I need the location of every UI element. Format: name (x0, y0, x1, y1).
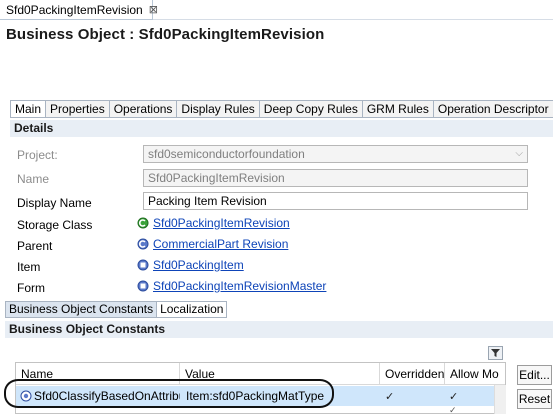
tab-localization[interactable]: Localization (157, 301, 228, 318)
parent-label: Parent (17, 239, 53, 253)
item-icon (137, 259, 149, 271)
constants-table: Name Value Overridden Allow Mo Sfd0Class… (15, 362, 506, 414)
close-icon[interactable]: ⊠ (149, 3, 158, 16)
storage-class-label: Storage Class (17, 218, 93, 232)
col-value[interactable]: Value (180, 363, 380, 385)
parent-link[interactable]: CommercialPart Revision (153, 237, 288, 251)
constants-header: Business Object Constants (5, 321, 553, 338)
check-icon[interactable]: ✓ (385, 387, 395, 406)
table-scrollbar[interactable] (494, 385, 506, 414)
project-select: sfd0semiconductorfoundation ⌵ (143, 145, 528, 163)
row-overridden: ✓ (385, 386, 445, 406)
col-allow-modify[interactable]: Allow Mo (445, 363, 505, 385)
table-row[interactable]: Sfd0ClassifyBasedOnAttribute Item:sfd0Pa… (16, 386, 505, 406)
tab-strip-divider (153, 19, 553, 20)
tab-business-object-constants[interactable]: Business Object Constants (5, 301, 158, 318)
tab-main[interactable]: Main (10, 100, 47, 118)
page-title: Business Object : Sfd0PackingItemRevisio… (6, 26, 325, 43)
project-label: Project: (17, 148, 58, 162)
constant-icon (20, 390, 32, 402)
editor-tab-title: Sfd0PackingItemRevision (6, 2, 143, 17)
storage-class-icon (137, 217, 149, 229)
tab-properties[interactable]: Properties (46, 100, 110, 118)
sub-tabs: Business Object Constants Localization (5, 301, 228, 318)
form-icon (137, 280, 149, 292)
storage-class-row: Sfd0PackingItemRevision (137, 216, 290, 230)
tabs-divider (10, 117, 553, 118)
tab-grm-rules[interactable]: GRM Rules (362, 100, 434, 118)
parent-row: CommercialPart Revision (137, 237, 288, 251)
check-icon[interactable]: ✓ (449, 387, 459, 406)
next-row-fragment: ✓ (449, 406, 457, 414)
form-row: Sfd0PackingItemRevisionMaster (137, 279, 326, 293)
chevron-down-icon: ⌵ (515, 148, 523, 159)
display-name-label: Display Name (17, 196, 92, 210)
row-name-cell: Sfd0ClassifyBasedOnAttribute (20, 386, 180, 406)
name-label: Name (17, 172, 50, 186)
parent-class-icon (137, 238, 149, 250)
item-row: Sfd0PackingItem (137, 258, 244, 272)
filter-button[interactable] (488, 346, 503, 360)
details-header: Details (10, 120, 553, 137)
editor-tab[interactable]: Sfd0PackingItemRevision ⊠ (0, 0, 158, 20)
row-name: Sfd0ClassifyBasedOnAttribute (34, 389, 180, 403)
project-value: sfd0semiconductorfoundation (148, 147, 305, 161)
table-header: Name Value Overridden Allow Mo (16, 363, 505, 385)
reset-button[interactable]: Reset (517, 389, 552, 409)
edit-button[interactable]: Edit... (517, 365, 552, 385)
display-name-field[interactable]: Packing Item Revision (143, 192, 528, 210)
storage-class-link[interactable]: Sfd0PackingItemRevision (153, 216, 290, 230)
tab-deep-copy-rules[interactable]: Deep Copy Rules (259, 100, 363, 118)
item-label: Item (17, 260, 41, 274)
col-overridden[interactable]: Overridden (380, 363, 445, 385)
main-tabs: Main Properties Operations Display Rules… (10, 100, 553, 118)
row-value: Item:sfd0PackingMatType (186, 389, 325, 403)
form-link[interactable]: Sfd0PackingItemRevisionMaster (153, 279, 326, 293)
tab-operations[interactable]: Operations (109, 100, 178, 118)
form-label: Form (17, 281, 45, 295)
tab-display-rules[interactable]: Display Rules (177, 100, 260, 118)
tab-operation-descriptor[interactable]: Operation Descriptor (433, 100, 553, 118)
col-name[interactable]: Name (16, 363, 180, 385)
filter-icon (491, 349, 500, 357)
name-field: Sfd0PackingItemRevision (143, 169, 528, 187)
item-link[interactable]: Sfd0PackingItem (153, 258, 244, 272)
